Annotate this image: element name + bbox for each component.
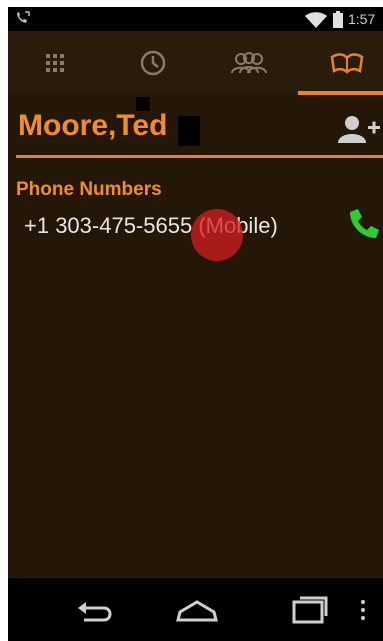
contact-detail: Moore,Ted Phone Numbers +1 303-475-5655 … xyxy=(8,95,383,578)
navigation-bar xyxy=(8,578,383,641)
menu-icon[interactable] xyxy=(353,588,373,632)
voicemail-icon xyxy=(17,11,30,23)
status-bar: 1:57 xyxy=(8,7,383,31)
tab-contacts[interactable] xyxy=(300,31,383,95)
group-icon xyxy=(230,52,267,74)
call-icon[interactable] xyxy=(346,206,382,242)
tab-bar xyxy=(8,31,383,95)
redaction-mark xyxy=(136,97,150,111)
add-contact-icon[interactable] xyxy=(336,115,380,145)
redaction-mark xyxy=(178,116,200,146)
clock-icon xyxy=(140,50,165,76)
phone-numbers-heading: Phone Numbers xyxy=(16,179,162,200)
dialpad-icon xyxy=(45,54,64,72)
header-divider xyxy=(16,155,383,158)
wifi-icon xyxy=(305,12,327,28)
recent-apps-icon[interactable] xyxy=(284,588,334,632)
back-icon[interactable] xyxy=(70,588,120,632)
tab-recent[interactable] xyxy=(106,31,199,95)
tab-dialpad[interactable] xyxy=(8,31,101,95)
battery-icon xyxy=(333,11,343,28)
home-icon[interactable] xyxy=(172,588,222,632)
contact-name: Moore,Ted xyxy=(18,109,168,142)
phone-screen: 1:57 Moore,Ted Phone Numbers +1 303-475-… xyxy=(8,7,383,641)
address-book-icon xyxy=(330,53,363,74)
tab-groups[interactable] xyxy=(202,31,295,95)
touch-indicator xyxy=(191,209,243,261)
status-time: 1:57 xyxy=(348,11,376,27)
